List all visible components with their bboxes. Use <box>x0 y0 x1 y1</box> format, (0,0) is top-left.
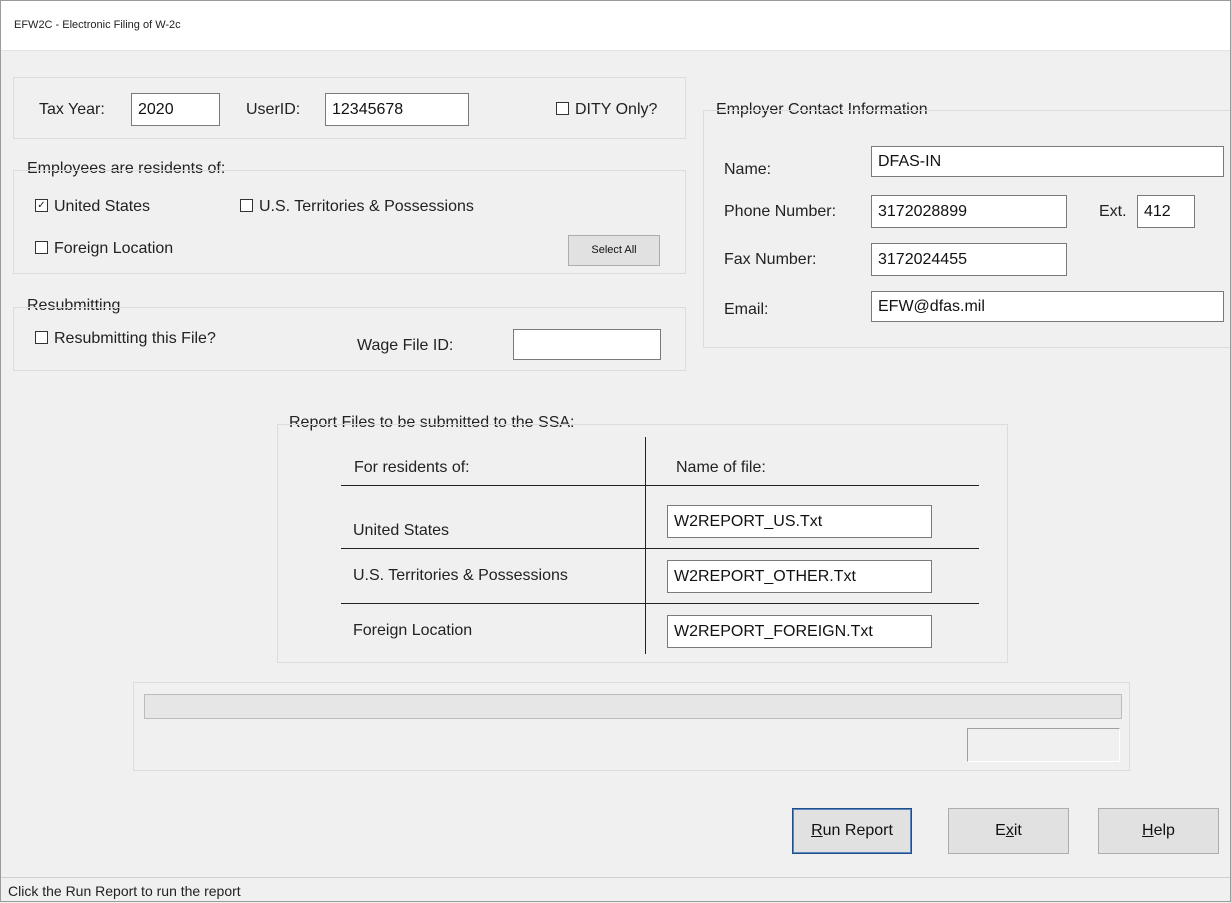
table-row-resident: U.S. Territories & Possessions <box>353 567 568 584</box>
employer-name-label: Name: <box>724 161 772 178</box>
fax-number-input[interactable] <box>871 243 1067 276</box>
email-input[interactable] <box>871 291 1224 322</box>
foreign-location-checkbox[interactable]: Foreign Location <box>35 240 173 258</box>
exit-button[interactable]: Exit <box>948 808 1069 854</box>
territories-checkbox-box[interactable] <box>240 199 253 213</box>
tax-year-input[interactable] <box>131 93 220 126</box>
dity-only-label: DITY Only? <box>575 101 658 118</box>
foreign-location-label: Foreign Location <box>54 240 174 257</box>
progress-status-field <box>967 728 1120 762</box>
ext-label: Ext. <box>1099 203 1127 220</box>
territories-label: U.S. Territories & Possessions <box>259 198 474 215</box>
fax-number-label: Fax Number: <box>724 251 817 268</box>
wage-file-id-label: Wage File ID: <box>357 337 454 354</box>
window-title: EFW2C - Electronic Filing of W-2c <box>14 19 181 31</box>
united-states-checkbox[interactable]: ✓ United States <box>35 198 150 216</box>
table-header-divider <box>341 485 979 486</box>
table-row-resident: Foreign Location <box>353 622 473 639</box>
ext-input[interactable] <box>1137 195 1195 228</box>
tax-year-label: Tax Year: <box>39 101 105 118</box>
phone-number-input[interactable] <box>871 195 1067 228</box>
table-row-file-input[interactable] <box>667 560 932 593</box>
help-button[interactable]: Help <box>1098 808 1219 854</box>
table-row-divider <box>341 603 979 604</box>
employer-name-input[interactable] <box>871 146 1224 177</box>
select-all-button[interactable]: Select All <box>568 235 660 266</box>
foreign-location-checkbox-box[interactable] <box>35 241 48 255</box>
resubmitting-checkbox-box[interactable] <box>35 331 48 345</box>
resubmitting-label: Resubmitting this File? <box>54 330 216 347</box>
run-report-button[interactable]: Run Report <box>792 808 912 854</box>
united-states-checkbox-box[interactable]: ✓ <box>35 199 48 213</box>
title-bar <box>0 0 1231 51</box>
table-row-divider <box>341 548 979 549</box>
united-states-label: United States <box>54 198 151 215</box>
dity-checkbox-box[interactable] <box>556 102 569 116</box>
email-label: Email: <box>724 301 769 318</box>
userid-label: UserID: <box>246 101 301 118</box>
userid-input[interactable] <box>325 93 469 126</box>
status-bar-text: Click the Run Report to run the report <box>8 883 241 899</box>
wage-file-id-input[interactable] <box>513 329 661 360</box>
phone-number-label: Phone Number: <box>724 203 837 220</box>
table-column-divider <box>645 437 646 654</box>
table-row-file-input[interactable] <box>667 615 932 648</box>
table-row-file-input[interactable] <box>667 505 932 538</box>
table-row-resident: United States <box>353 522 450 539</box>
col-residents-header: For residents of: <box>354 459 470 476</box>
progress-bar <box>144 694 1122 719</box>
dity-only-checkbox[interactable]: DITY Only? <box>556 101 657 119</box>
resubmitting-checkbox[interactable]: Resubmitting this File? <box>35 330 216 348</box>
territories-checkbox[interactable]: U.S. Territories & Possessions <box>240 198 474 216</box>
col-file-header: Name of file: <box>676 459 766 476</box>
